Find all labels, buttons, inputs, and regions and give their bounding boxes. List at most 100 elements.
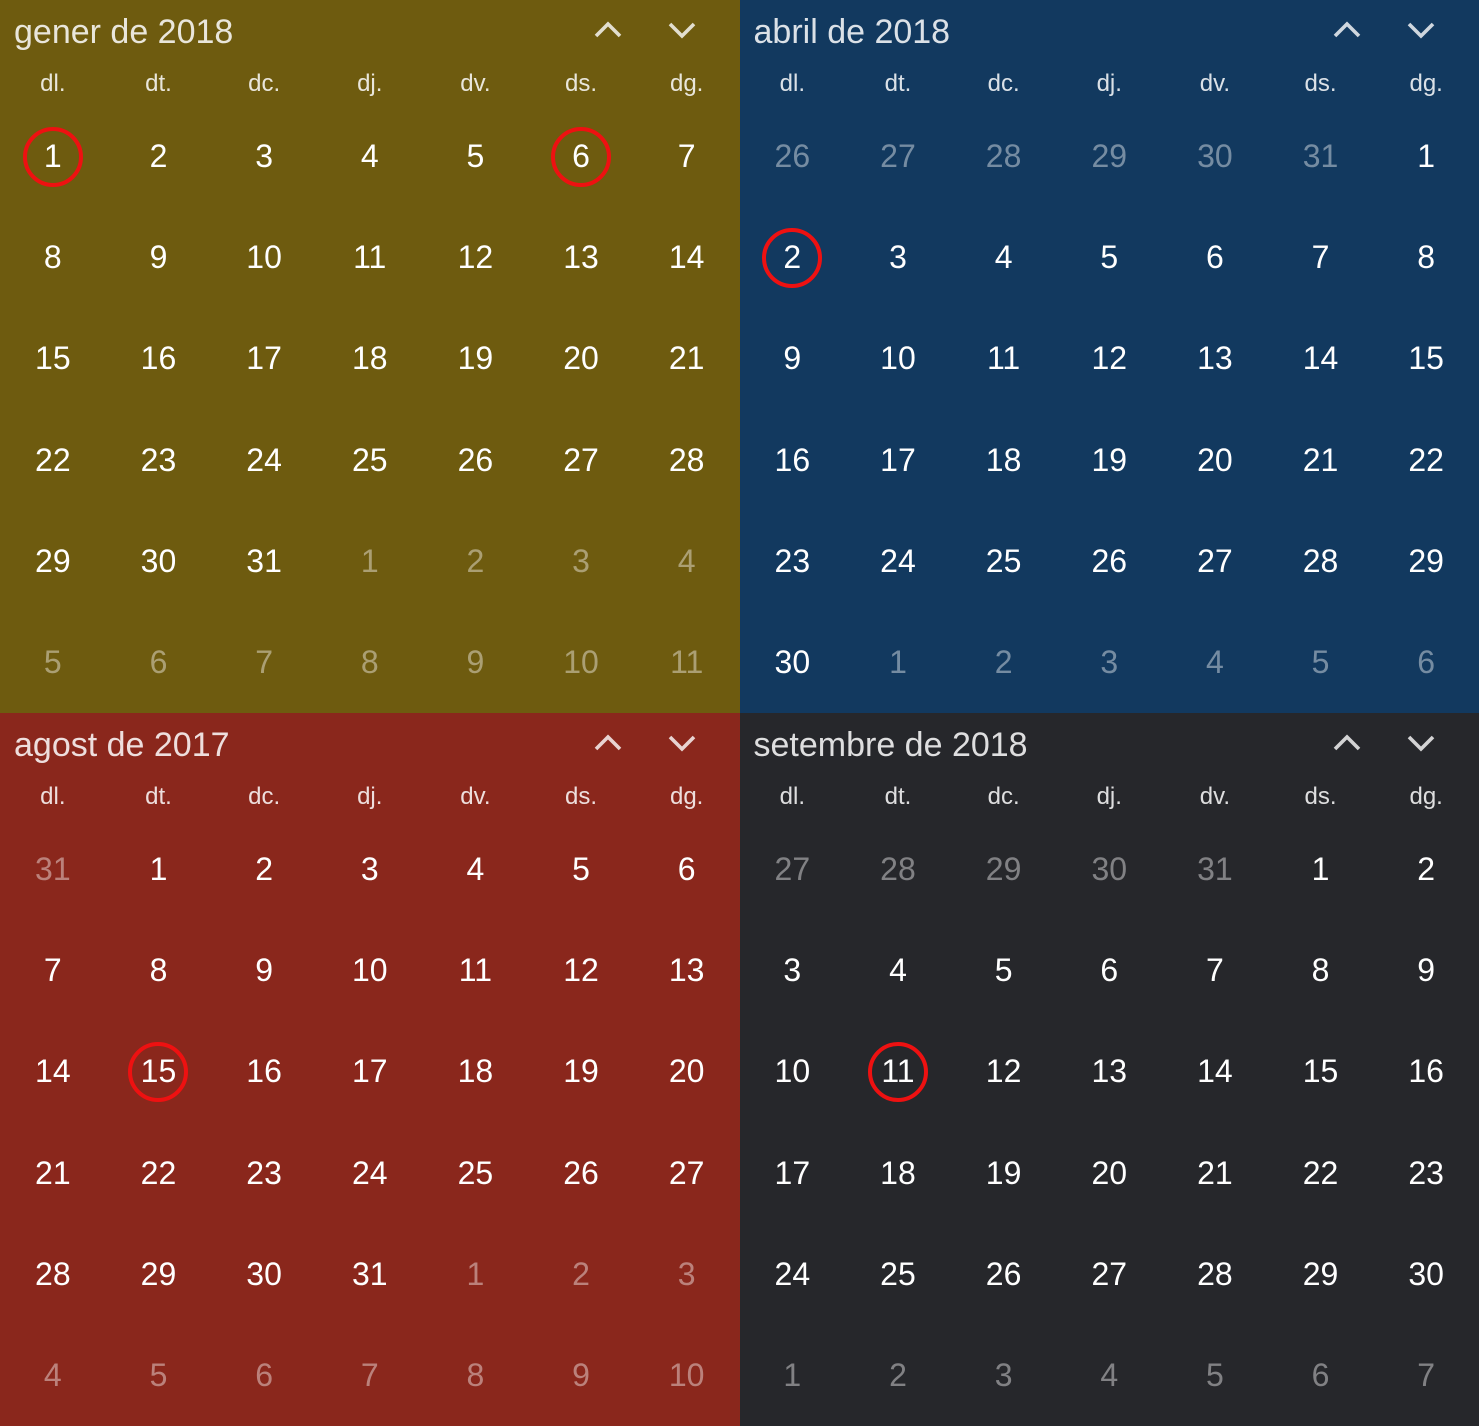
day-cell[interactable]: 5 — [1268, 612, 1374, 713]
day-cell[interactable]: 4 — [1162, 612, 1268, 713]
day-cell[interactable]: 13 — [528, 207, 634, 308]
chevron-down-icon[interactable] — [664, 725, 700, 766]
day-cell[interactable]: 20 — [1056, 1122, 1162, 1223]
day-cell[interactable]: 23 — [106, 409, 212, 510]
day-cell[interactable]: 26 — [951, 1224, 1057, 1325]
day-cell[interactable]: 5 — [528, 819, 634, 920]
day-cell[interactable]: 23 — [211, 1122, 317, 1223]
day-cell[interactable]: 9 — [1373, 920, 1479, 1021]
day-cell[interactable]: 10 — [634, 1325, 740, 1426]
day-cell[interactable]: 5 — [0, 612, 106, 713]
day-cell[interactable]: 4 — [0, 1325, 106, 1426]
day-cell[interactable]: 2 — [845, 1325, 951, 1426]
month-title[interactable]: abril de 2018 — [754, 13, 1330, 52]
day-cell[interactable]: 26 — [740, 106, 846, 207]
chevron-down-icon[interactable] — [664, 12, 700, 53]
day-cell[interactable]: 16 — [740, 409, 846, 510]
day-cell[interactable]: 28 — [0, 1224, 106, 1325]
day-cell[interactable]: 3 — [740, 920, 846, 1021]
day-cell[interactable]: 24 — [211, 409, 317, 510]
day-cell[interactable]: 25 — [845, 1224, 951, 1325]
day-cell[interactable]: 5 — [951, 920, 1057, 1021]
day-cell[interactable]: 6 — [106, 612, 212, 713]
day-cell[interactable]: 27 — [1162, 511, 1268, 612]
day-cell[interactable]: 7 — [0, 920, 106, 1021]
day-cell[interactable]: 30 — [211, 1224, 317, 1325]
day-cell[interactable]: 19 — [423, 308, 529, 409]
month-title[interactable]: setembre de 2018 — [754, 726, 1330, 765]
day-cell[interactable]: 9 — [211, 920, 317, 1021]
day-cell[interactable]: 21 — [634, 308, 740, 409]
day-cell[interactable]: 2 — [528, 1224, 634, 1325]
day-cell[interactable]: 1 — [423, 1224, 529, 1325]
day-cell[interactable]: 11 — [634, 612, 740, 713]
day-cell[interactable]: 28 — [1268, 511, 1374, 612]
day-cell[interactable]: 21 — [1162, 1122, 1268, 1223]
day-cell[interactable]: 1 — [106, 819, 212, 920]
day-cell[interactable]: 14 — [634, 207, 740, 308]
day-cell[interactable]: 14 — [0, 1021, 106, 1122]
day-cell-circled[interactable]: 2 — [740, 207, 846, 308]
day-cell[interactable]: 10 — [211, 207, 317, 308]
day-cell[interactable]: 31 — [317, 1224, 423, 1325]
day-cell[interactable]: 1 — [740, 1325, 846, 1426]
day-cell[interactable]: 6 — [1162, 207, 1268, 308]
day-cell[interactable]: 7 — [634, 106, 740, 207]
day-cell[interactable]: 17 — [845, 409, 951, 510]
chevron-up-icon[interactable] — [590, 12, 626, 53]
day-cell[interactable]: 11 — [317, 207, 423, 308]
day-cell[interactable]: 31 — [1268, 106, 1374, 207]
day-cell[interactable]: 5 — [1162, 1325, 1268, 1426]
day-cell[interactable]: 10 — [740, 1021, 846, 1122]
day-cell[interactable]: 13 — [1162, 308, 1268, 409]
day-cell[interactable]: 6 — [211, 1325, 317, 1426]
day-cell[interactable]: 8 — [423, 1325, 529, 1426]
day-cell[interactable]: 21 — [0, 1122, 106, 1223]
day-cell[interactable]: 22 — [1373, 409, 1479, 510]
chevron-down-icon[interactable] — [1403, 725, 1439, 766]
chevron-down-icon[interactable] — [1403, 12, 1439, 53]
day-cell[interactable]: 31 — [1162, 819, 1268, 920]
day-cell[interactable]: 12 — [1056, 308, 1162, 409]
day-cell[interactable]: 28 — [1162, 1224, 1268, 1325]
day-cell[interactable]: 20 — [528, 308, 634, 409]
day-cell[interactable]: 20 — [1162, 409, 1268, 510]
day-cell[interactable]: 3 — [317, 819, 423, 920]
day-cell[interactable]: 2 — [951, 612, 1057, 713]
day-cell[interactable]: 5 — [106, 1325, 212, 1426]
day-cell[interactable]: 10 — [845, 308, 951, 409]
day-cell[interactable]: 18 — [845, 1122, 951, 1223]
day-cell[interactable]: 26 — [423, 409, 529, 510]
day-cell[interactable]: 17 — [740, 1122, 846, 1223]
day-cell[interactable]: 7 — [1162, 920, 1268, 1021]
day-cell-circled[interactable]: 1 — [0, 106, 106, 207]
day-cell[interactable]: 7 — [1268, 207, 1374, 308]
day-cell[interactable]: 29 — [951, 819, 1057, 920]
chevron-up-icon[interactable] — [590, 725, 626, 766]
day-cell[interactable]: 8 — [0, 207, 106, 308]
day-cell[interactable]: 9 — [423, 612, 529, 713]
day-cell[interactable]: 18 — [423, 1021, 529, 1122]
day-cell[interactable]: 1 — [317, 511, 423, 612]
day-cell-circled[interactable]: 11 — [845, 1021, 951, 1122]
day-cell[interactable]: 2 — [423, 511, 529, 612]
day-cell[interactable]: 26 — [1056, 511, 1162, 612]
day-cell[interactable]: 4 — [1056, 1325, 1162, 1426]
day-cell[interactable]: 25 — [423, 1122, 529, 1223]
day-cell[interactable]: 27 — [528, 409, 634, 510]
day-cell[interactable]: 27 — [634, 1122, 740, 1223]
day-cell[interactable]: 4 — [634, 511, 740, 612]
day-cell[interactable]: 17 — [211, 308, 317, 409]
day-cell[interactable]: 19 — [1056, 409, 1162, 510]
day-cell[interactable]: 25 — [951, 511, 1057, 612]
day-cell[interactable]: 7 — [211, 612, 317, 713]
day-cell[interactable]: 6 — [1373, 612, 1479, 713]
day-cell[interactable]: 9 — [528, 1325, 634, 1426]
day-cell[interactable]: 10 — [528, 612, 634, 713]
month-title[interactable]: gener de 2018 — [14, 13, 590, 52]
day-cell[interactable]: 6 — [1268, 1325, 1374, 1426]
day-cell[interactable]: 31 — [211, 511, 317, 612]
day-cell[interactable]: 1 — [1373, 106, 1479, 207]
day-cell[interactable]: 3 — [951, 1325, 1057, 1426]
day-cell[interactable]: 5 — [1056, 207, 1162, 308]
